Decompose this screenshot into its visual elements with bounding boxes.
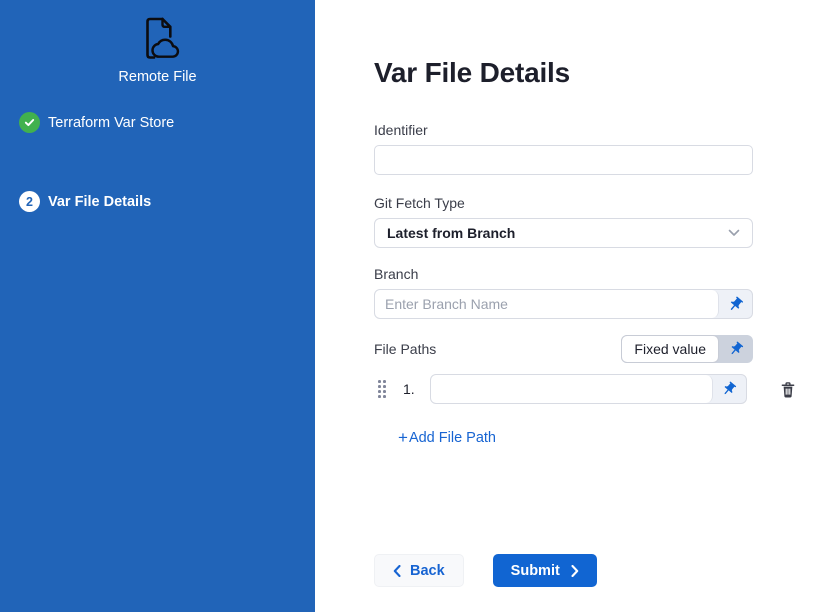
form-panel: Var File Details Identifier Git Fetch Ty… (315, 0, 836, 612)
add-file-path-label: Add File Path (409, 430, 496, 446)
file-path-row: 1. (374, 374, 836, 404)
git-fetch-type-value: Latest from Branch (387, 225, 515, 241)
file-paths-label: File Paths (374, 341, 436, 357)
remote-file-icon-wrap (0, 12, 315, 64)
branch-input-group (374, 289, 753, 319)
chevron-down-icon (728, 229, 740, 237)
wizard-dialog: Remote File Terraform Var Store 2 Var Fi… (0, 0, 836, 612)
file-path-pin-icon[interactable] (713, 375, 746, 403)
wizard-type-label: Remote File (0, 69, 315, 85)
file-paths-mode-group: Fixed value (621, 335, 753, 363)
add-file-path-link[interactable]: + Add File Path (398, 429, 496, 446)
page-title: Var File Details (374, 56, 836, 90)
branch-input[interactable] (375, 290, 719, 318)
fixed-value-mode-button[interactable]: Fixed value (621, 335, 719, 363)
sidebar-step-var-file-details[interactable]: 2 Var File Details (0, 191, 315, 212)
delete-file-path-trash-icon[interactable] (779, 380, 797, 399)
remote-file-cloud-icon (132, 12, 184, 64)
drag-handle-icon[interactable] (378, 380, 386, 398)
chevron-left-icon (393, 565, 401, 577)
submit-button[interactable]: Submit (493, 554, 597, 587)
git-fetch-type-label: Git Fetch Type (374, 195, 836, 211)
file-path-input[interactable] (431, 375, 713, 403)
file-paths-header: File Paths Fixed value (374, 335, 753, 363)
back-button[interactable]: Back (374, 554, 464, 587)
back-button-label: Back (410, 563, 445, 579)
file-path-row-index: 1. (403, 381, 415, 397)
branch-pin-icon[interactable] (719, 290, 752, 318)
step-label: Terraform Var Store (48, 115, 174, 131)
git-fetch-type-select[interactable]: Latest from Branch (374, 218, 753, 248)
file-paths-pin-icon[interactable] (719, 335, 753, 363)
branch-label: Branch (374, 266, 836, 282)
file-path-input-group (430, 374, 747, 404)
wizard-sidebar: Remote File Terraform Var Store 2 Var Fi… (0, 0, 315, 612)
step-complete-check-icon (19, 112, 40, 133)
step-number-badge: 2 (19, 191, 40, 212)
form-actions: Back Submit (374, 554, 836, 587)
submit-button-label: Submit (511, 563, 560, 579)
sidebar-step-terraform-var-store[interactable]: Terraform Var Store (0, 112, 315, 133)
identifier-label: Identifier (374, 122, 836, 138)
identifier-input[interactable] (374, 145, 753, 175)
plus-icon: + (398, 429, 408, 446)
step-label: Var File Details (48, 194, 151, 210)
chevron-right-icon (571, 565, 579, 577)
